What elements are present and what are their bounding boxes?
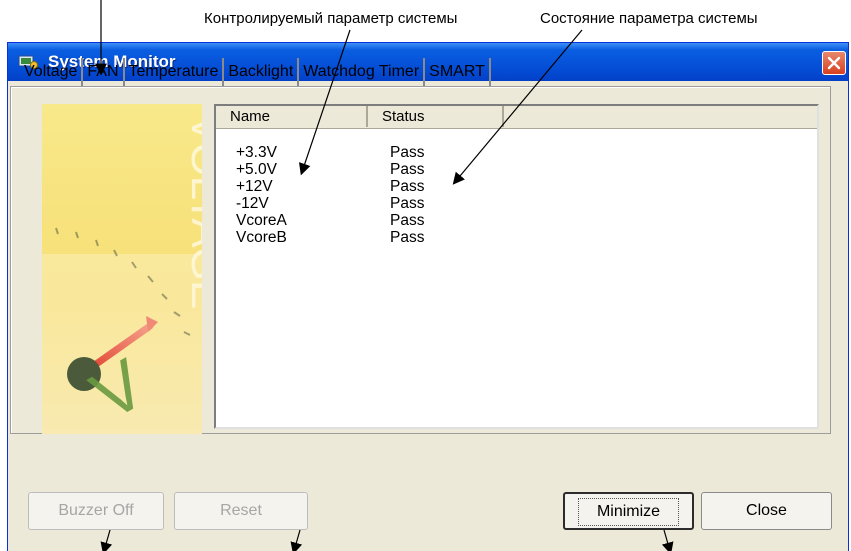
voltage-gauge-image: VOLTAGE V [42,104,202,434]
row-status: Pass [390,195,425,212]
row-status: Pass [390,212,425,229]
tab-voltage[interactable]: Voltage [20,58,84,86]
annotation-parameter-state: Состояние параметра системы [540,10,758,27]
row-name: +12V [236,178,273,195]
close-button[interactable]: Close [701,492,832,530]
minimize-button[interactable]: Minimize [563,492,694,530]
row-status: Pass [390,229,425,246]
row-name: VcoreA [236,212,287,229]
column-header-status[interactable]: Status [368,106,504,127]
tab-temperature[interactable]: Temperature [125,58,225,86]
voltage-illustration: VOLTAGE V [42,104,202,434]
tab-fan[interactable]: FAN [83,58,125,86]
tab-watchdog-timer[interactable]: Watchdog Timer [299,58,426,86]
column-header-empty[interactable] [504,106,817,127]
window-close-button[interactable] [822,51,846,75]
parameter-list[interactable]: Name Status +3.3V Pass +5.0V Pass +12V P… [214,104,819,429]
annotation-controlled-parameter: Контролируемый параметр системы [204,10,458,27]
tab-bar: Voltage FAN Temperature Backlight Watchd… [20,58,491,88]
row-name: +3.3V [236,144,277,161]
minimize-button-label: Minimize [577,498,680,526]
illustration-text-voltage: VOLTAGE [182,114,202,308]
row-name: +5.0V [236,161,277,178]
close-icon [827,56,841,70]
row-status: Pass [390,161,425,178]
buzzer-off-button[interactable]: Buzzer Off [28,492,164,530]
list-header: Name Status [216,106,817,129]
row-name: VcoreB [236,229,287,246]
tab-smart[interactable]: SMART [425,58,491,86]
row-name: -12V [236,195,269,212]
row-status: Pass [390,144,425,161]
column-header-name[interactable]: Name [216,106,368,127]
reset-button[interactable]: Reset [174,492,308,530]
row-status: Pass [390,178,425,195]
tab-backlight[interactable]: Backlight [224,58,300,86]
